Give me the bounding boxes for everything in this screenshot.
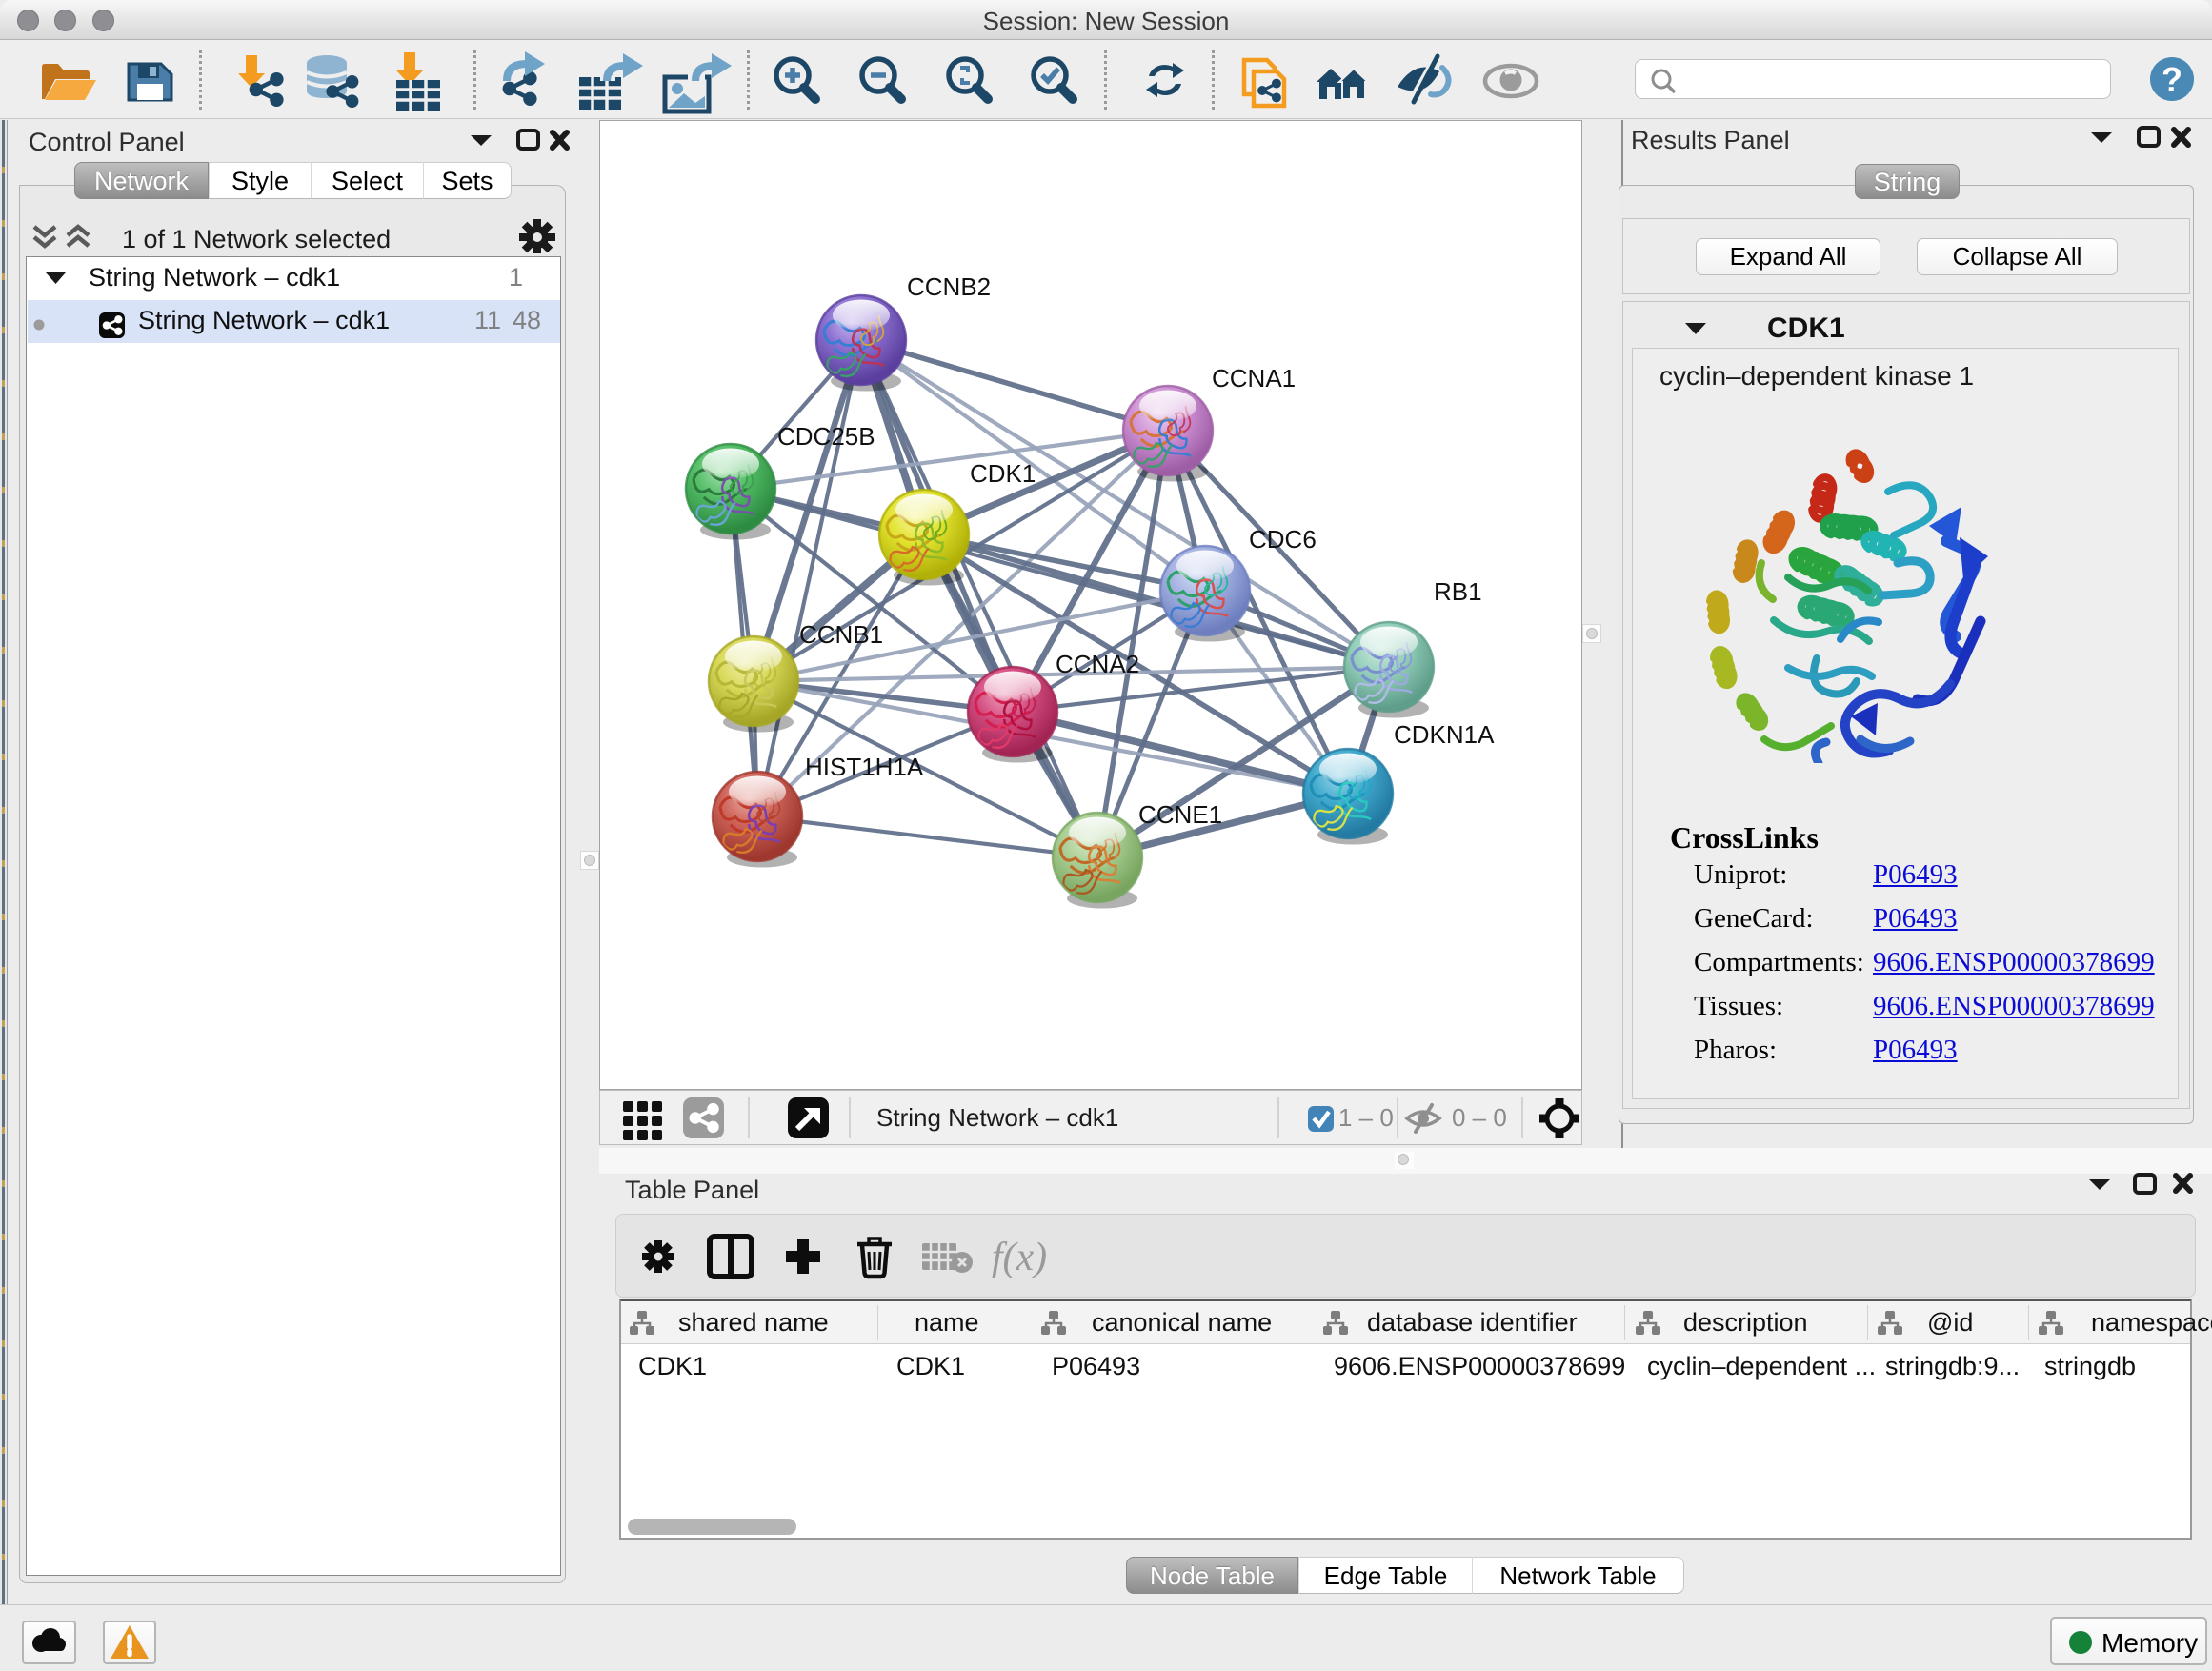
- svg-text:CDC6: CDC6: [1249, 525, 1317, 554]
- svg-text:CDK1: CDK1: [970, 459, 1036, 488]
- svg-text:CDKN1A: CDKN1A: [1394, 720, 1495, 749]
- svg-text:HIST1H1A: HIST1H1A: [805, 753, 924, 781]
- svg-text:CCNB2: CCNB2: [907, 272, 991, 301]
- svg-text:CCNA2: CCNA2: [1056, 650, 1139, 678]
- svg-text:CDC25B: CDC25B: [777, 422, 875, 451]
- svg-text:CCNA1: CCNA1: [1212, 364, 1296, 393]
- svg-text:?: ?: [2162, 60, 2182, 99]
- svg-text:CCNE1: CCNE1: [1138, 800, 1222, 829]
- svg-text:f(x): f(x): [992, 1236, 1047, 1279]
- svg-text:CCNB1: CCNB1: [799, 620, 883, 649]
- svg-text:RB1: RB1: [1434, 577, 1482, 606]
